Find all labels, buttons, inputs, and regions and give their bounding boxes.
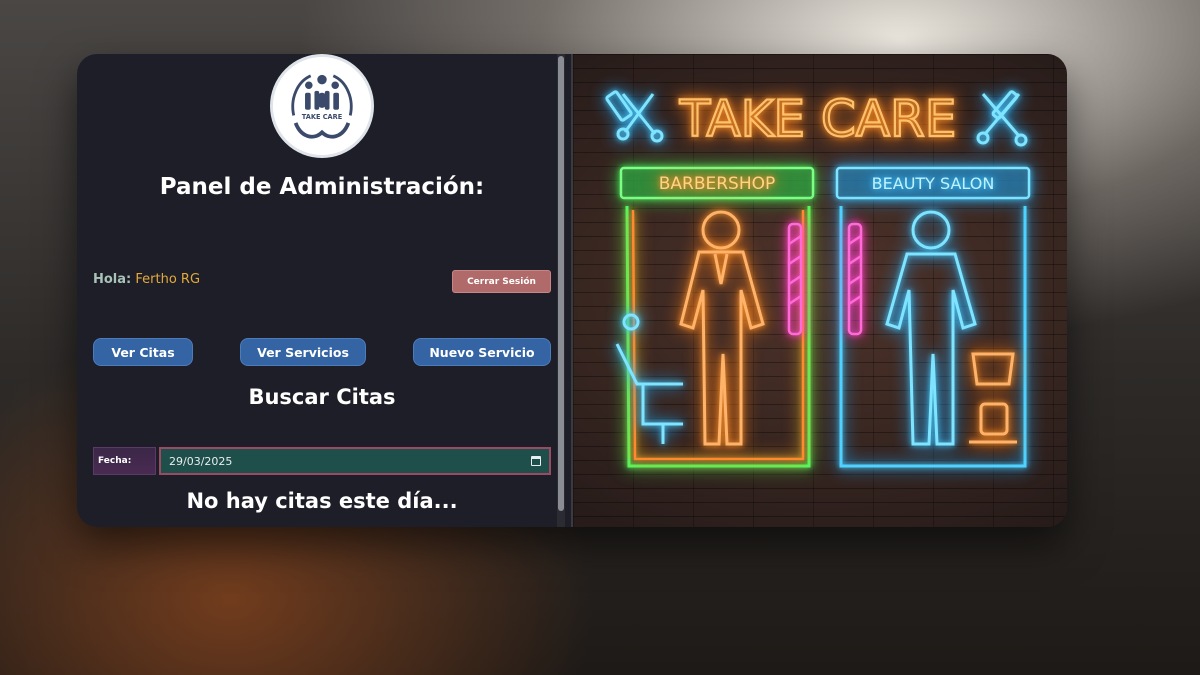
empty-state-message: No hay citas este día... (186, 489, 458, 513)
admin-panel: TAKE CARE Panel de Administración: Hola:… (77, 54, 571, 527)
user-name: Fertho RG (135, 272, 201, 287)
hero-image: TAKE CARE BARBERSHOP BEAUTY SALON (573, 54, 1067, 527)
new-service-button[interactable]: Nuevo Servicio (413, 338, 551, 366)
greeting: Hola: Fertho RG (93, 272, 200, 287)
scrollbar-thumb[interactable] (558, 56, 564, 511)
comb-scissors-icon (605, 90, 664, 143)
svg-text:TAKE CARE: TAKE CARE (302, 113, 343, 121)
date-input[interactable]: 29/03/2025 (159, 447, 551, 475)
razor-scissors-icon (976, 90, 1028, 147)
search-appointments-heading: Buscar Citas (248, 385, 396, 409)
take-care-logo: TAKE CARE (270, 54, 374, 158)
hero-sign-text: TAKE CARE (679, 90, 957, 148)
date-value: 29/03/2025 (169, 454, 233, 468)
man-figure (679, 210, 765, 446)
logout-button[interactable]: Cerrar Sesión (452, 270, 551, 293)
beauty-salon-label: BEAUTY SALON (872, 174, 995, 193)
greeting-label: Hola: (93, 272, 132, 287)
barbershop-label: BARBERSHOP (659, 174, 776, 194)
view-services-button[interactable]: Ver Servicios (240, 338, 366, 366)
view-appointments-button[interactable]: Ver Citas (93, 338, 193, 366)
app-window: TAKE CARE Panel de Administración: Hola:… (77, 54, 1067, 527)
scrollbar[interactable] (557, 54, 565, 527)
salon-pole-icon (847, 222, 863, 336)
barber-pole-icon (787, 222, 803, 336)
calendar-icon[interactable] (531, 456, 541, 466)
salon-products-icon (969, 352, 1017, 444)
page-title: Panel de Administración: (159, 174, 485, 200)
woman-figure (885, 210, 977, 446)
date-label: Fecha: (93, 447, 156, 475)
neon-sign-illustration: TAKE CARE BARBERSHOP BEAUTY SALON (605, 89, 1031, 468)
